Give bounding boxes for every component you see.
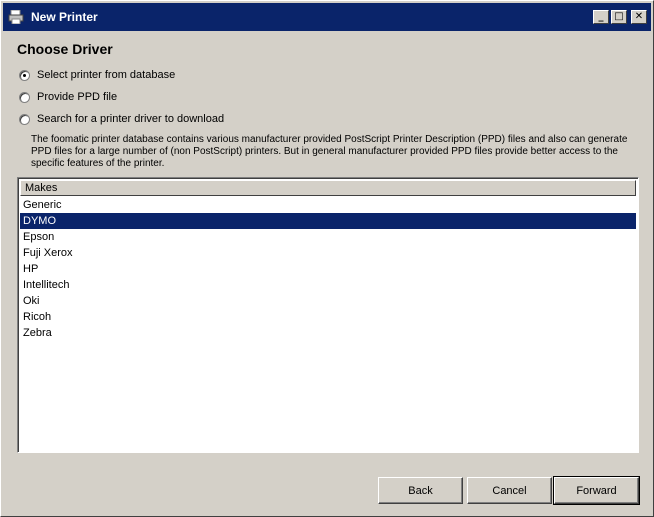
cancel-button[interactable]: Cancel: [467, 477, 552, 504]
list-item[interactable]: Generic: [20, 197, 636, 213]
list-item[interactable]: Zebra: [20, 325, 636, 341]
minimize-icon: _: [598, 11, 604, 22]
radio-button[interactable]: [19, 91, 30, 103]
maximize-icon: □: [614, 11, 624, 22]
radio-label: Select printer from database: [37, 69, 176, 81]
radio-label: Provide PPD file: [37, 91, 118, 103]
makes-list-body: Generic DYMO Epson Fuji Xerox HP Intelli…: [20, 197, 636, 341]
radio-select-from-database[interactable]: Select printer from database: [19, 69, 175, 81]
makes-list[interactable]: Makes Generic DYMO Epson Fuji Xerox HP I…: [17, 177, 639, 453]
list-item[interactable]: Fuji Xerox: [20, 245, 636, 261]
new-printer-window: New Printer _ □ ✕ Choose Driver Select p…: [0, 0, 654, 517]
close-button[interactable]: ✕: [631, 10, 647, 24]
radio-label: Search for a printer driver to download: [37, 113, 225, 125]
radio-button-checked[interactable]: [19, 69, 30, 81]
radio-button[interactable]: [19, 113, 30, 125]
radio-search-driver[interactable]: Search for a printer driver to download: [19, 113, 224, 125]
printer-icon: [7, 9, 25, 25]
makes-column-header[interactable]: Makes: [20, 180, 636, 196]
page-title: Choose Driver: [17, 41, 113, 57]
minimize-button[interactable]: _: [593, 10, 609, 24]
close-icon: ✕: [634, 11, 644, 22]
radio-provide-ppd-file[interactable]: Provide PPD file: [19, 91, 117, 103]
maximize-button[interactable]: □: [611, 10, 627, 24]
list-item[interactable]: HP: [20, 261, 636, 277]
list-item[interactable]: Intellitech: [20, 277, 636, 293]
list-item[interactable]: Ricoh: [20, 309, 636, 325]
back-button[interactable]: Back: [378, 477, 463, 504]
description-text: The foomatic printer database contains v…: [31, 134, 628, 169]
list-item[interactable]: Oki: [20, 293, 636, 309]
list-item[interactable]: Epson: [20, 229, 636, 245]
forward-button[interactable]: Forward: [553, 476, 640, 505]
window-title: New Printer: [31, 10, 98, 24]
list-item-selected[interactable]: DYMO: [20, 213, 636, 229]
title-bar[interactable]: New Printer _ □ ✕: [3, 3, 651, 31]
